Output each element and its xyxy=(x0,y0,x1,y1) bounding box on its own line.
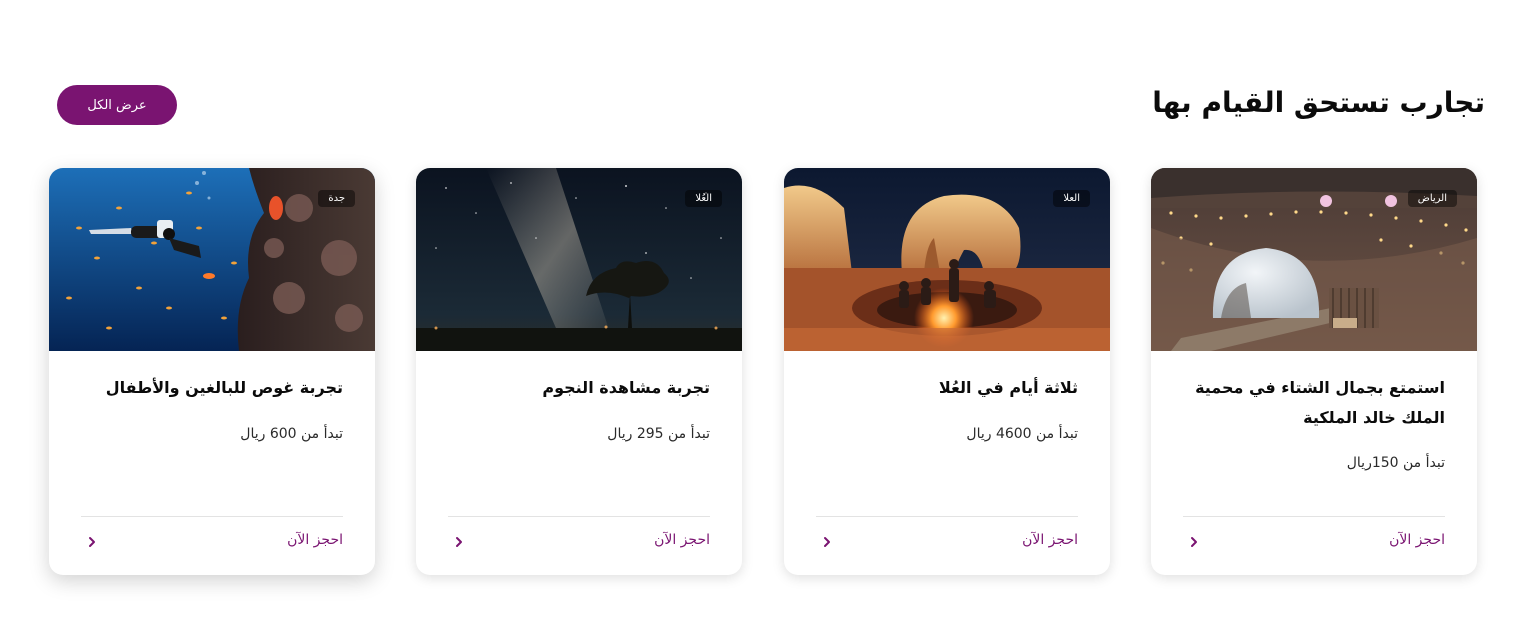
chevron-right-icon[interactable] xyxy=(452,535,466,549)
desert-dome-camp-image[interactable]: الرياض xyxy=(1151,168,1477,351)
chevron-right-icon[interactable] xyxy=(85,535,99,549)
elephant-rock-campfire-image[interactable]: العلا xyxy=(784,168,1110,351)
chevron-right-icon[interactable] xyxy=(1187,535,1201,549)
scuba-diving-reef-image[interactable]: جدة xyxy=(49,168,375,351)
city-badge: العُلا xyxy=(685,190,722,207)
experience-card-diving[interactable]: جدة تجربة غوص للبالغين والأطفال تبدأ من … xyxy=(49,168,375,575)
card-title[interactable]: ثلاثة أيام في العُلا xyxy=(810,373,1078,403)
card-title[interactable]: استمتع بجمال الشتاء في محمية الملك خالد … xyxy=(1177,373,1445,433)
experience-card-stargazing[interactable]: العُلا تجربة مشاهدة النجوم تبدأ من 295 ر… xyxy=(416,168,742,575)
card-price: تبدأ من 150ريال xyxy=(1346,455,1445,471)
card-title[interactable]: تجربة غوص للبالغين والأطفال xyxy=(75,373,343,403)
book-now-link[interactable]: احجز الآن xyxy=(1389,532,1445,548)
card-price: تبدأ من 295 ريال xyxy=(607,426,710,442)
card-price: تبدأ من 4600 ريال xyxy=(966,426,1078,442)
city-badge: جدة xyxy=(318,190,355,207)
book-now-link[interactable]: احجز الآن xyxy=(287,532,343,548)
experience-card-riyadh[interactable]: الرياض استمتع بجمال الشتاء في محمية المل… xyxy=(1151,168,1477,575)
experience-card-alula[interactable]: العلا ثلاثة أيام في العُلا تبدأ من 4600 … xyxy=(784,168,1110,575)
section-title: تجارب تستحق القيام بها xyxy=(1152,86,1485,119)
card-divider xyxy=(1183,516,1445,517)
card-price: تبدأ من 600 ريال xyxy=(240,426,343,442)
experiences-section: تجارب تستحق القيام بها عرض الكل الرياض ا… xyxy=(0,0,1535,632)
city-badge: العلا xyxy=(1053,190,1090,207)
book-now-link[interactable]: احجز الآن xyxy=(1022,532,1078,548)
book-now-link[interactable]: احجز الآن xyxy=(654,532,710,548)
city-badge: الرياض xyxy=(1407,190,1457,207)
milky-way-stargazing-image[interactable]: العُلا xyxy=(416,168,742,351)
card-divider xyxy=(448,516,710,517)
card-divider xyxy=(816,516,1078,517)
card-title[interactable]: تجربة مشاهدة النجوم xyxy=(442,373,710,403)
card-divider xyxy=(81,516,343,517)
chevron-right-icon[interactable] xyxy=(820,535,834,549)
view-all-button[interactable]: عرض الكل xyxy=(57,85,177,125)
